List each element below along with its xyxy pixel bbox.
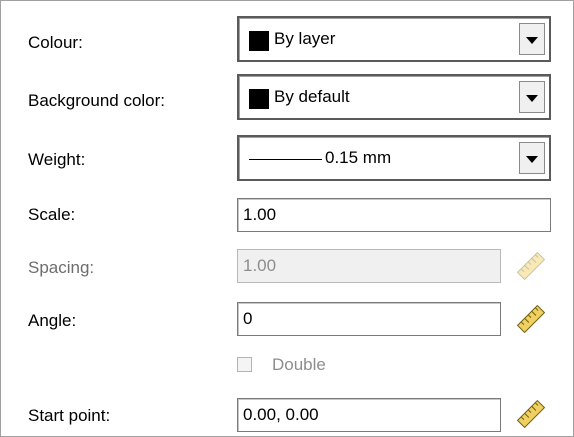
colour-combo[interactable]: By layer: [237, 16, 551, 62]
colour-swatch: [249, 31, 269, 51]
colour-label: Colour:: [28, 33, 83, 52]
scale-label: Scale:: [28, 205, 76, 224]
line-weight-sample: [249, 159, 322, 160]
background-color-value: By default: [274, 87, 350, 106]
angle-input[interactable]: [237, 302, 501, 336]
spacing-input[interactable]: [237, 249, 501, 283]
double-label: Double: [272, 355, 326, 374]
ruler-pick-icon: [516, 304, 546, 334]
start-point-label: Start point:: [28, 406, 111, 425]
start-point-pick-button[interactable]: [515, 398, 547, 430]
background-color-combo[interactable]: By default: [237, 74, 551, 120]
double-checkbox[interactable]: [237, 357, 252, 372]
angle-label: Angle:: [28, 311, 77, 330]
weight-dropdown-arrow-icon[interactable]: [519, 142, 545, 174]
properties-panel: Colour: By layer Background color: By de…: [0, 0, 574, 437]
angle-pick-button[interactable]: [515, 303, 547, 335]
background-color-swatch: [249, 89, 269, 109]
background-color-label: Background color:: [28, 91, 166, 110]
colour-value: By layer: [274, 29, 336, 48]
background-color-dropdown-arrow-icon[interactable]: [519, 81, 545, 113]
weight-combo[interactable]: 0.15 mm: [237, 135, 551, 181]
spacing-label: Spacing:: [28, 258, 95, 277]
weight-value: 0.15 mm: [325, 148, 392, 167]
start-point-input[interactable]: [237, 398, 501, 432]
colour-dropdown-arrow-icon[interactable]: [519, 23, 545, 55]
scale-input[interactable]: [237, 198, 551, 232]
ruler-pick-icon: [516, 399, 546, 429]
weight-label: Weight:: [28, 150, 86, 169]
spacing-pick-button[interactable]: [515, 250, 547, 282]
ruler-pick-icon: [516, 251, 546, 281]
